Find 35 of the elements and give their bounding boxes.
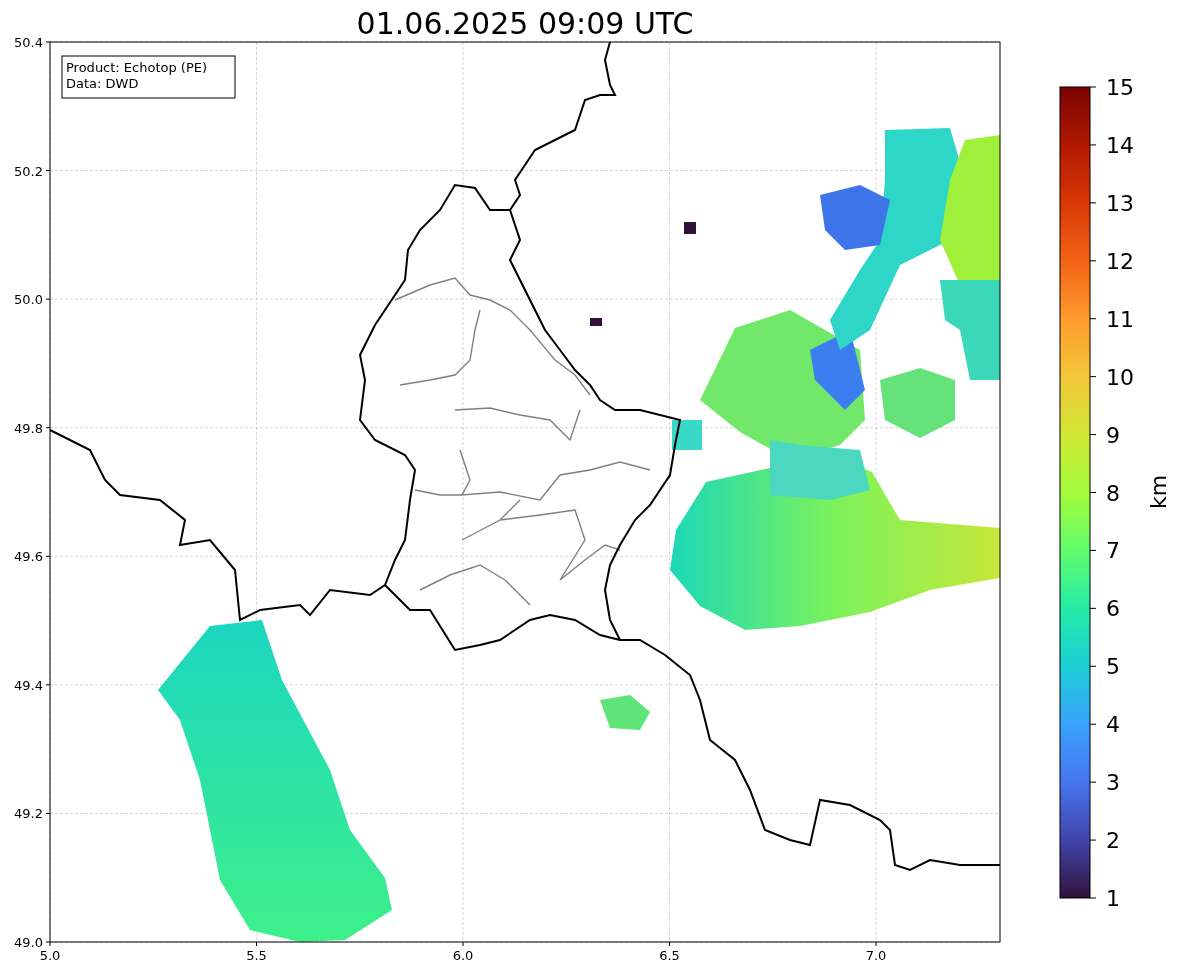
- colorbar-tick-label: 5: [1106, 654, 1120, 680]
- colorbar-tick-label: 8: [1106, 480, 1120, 506]
- x-axis-tick-label: 7.0: [865, 948, 887, 963]
- x-axis-tick-label: 6.5: [659, 948, 680, 963]
- radar-echo: [590, 318, 602, 326]
- colorbar-tick-label: 3: [1106, 770, 1120, 796]
- y-axis-tick-label: 49.4: [14, 677, 43, 693]
- colorbar-tick-label: 14: [1106, 132, 1134, 158]
- y-axis-tick-label: 49.2: [14, 806, 43, 822]
- colorbar-tick-label: 2: [1106, 828, 1120, 854]
- x-axis-tick-label: 5.0: [39, 948, 61, 963]
- colorbar-label: km: [1146, 474, 1171, 510]
- x-axis-tick-label: 5.5: [246, 948, 267, 963]
- colorbar-tick-label: 1: [1106, 886, 1120, 911]
- figure-title: 01.06.2025 09:09 UTC: [356, 6, 694, 41]
- colorbar-tick-label: 6: [1106, 596, 1120, 622]
- y-axis-tick-label: 50.4: [14, 35, 43, 50]
- radar-echo: [684, 222, 696, 234]
- radar-echo: [600, 695, 650, 730]
- colorbar-tick-label: 10: [1106, 364, 1134, 390]
- colorbar-tick-label: 12: [1106, 248, 1134, 274]
- colorbar-tick-label: 13: [1106, 190, 1134, 216]
- y-axis-tick-label: 50.0: [14, 292, 43, 308]
- colorbar-tick-label: 7: [1106, 538, 1120, 564]
- colorbar-tick-label: 15: [1106, 75, 1134, 100]
- y-axis-tick-label: 49.0: [14, 935, 43, 950]
- y-axis-tick-label: 49.8: [14, 420, 43, 436]
- colorbar-tick-label: 9: [1106, 422, 1120, 448]
- y-axis-tick-label: 50.2: [14, 163, 43, 179]
- x-axis-tick-label: 6.0: [452, 948, 474, 963]
- colorbar-tick-label: 11: [1106, 306, 1134, 332]
- legend-text: Data: DWD: [66, 76, 139, 91]
- y-axis-tick-label: 49.6: [14, 549, 43, 565]
- colorbar-tick-label: 4: [1106, 712, 1120, 738]
- legend-text: Product: Echotop (PE): [66, 60, 208, 75]
